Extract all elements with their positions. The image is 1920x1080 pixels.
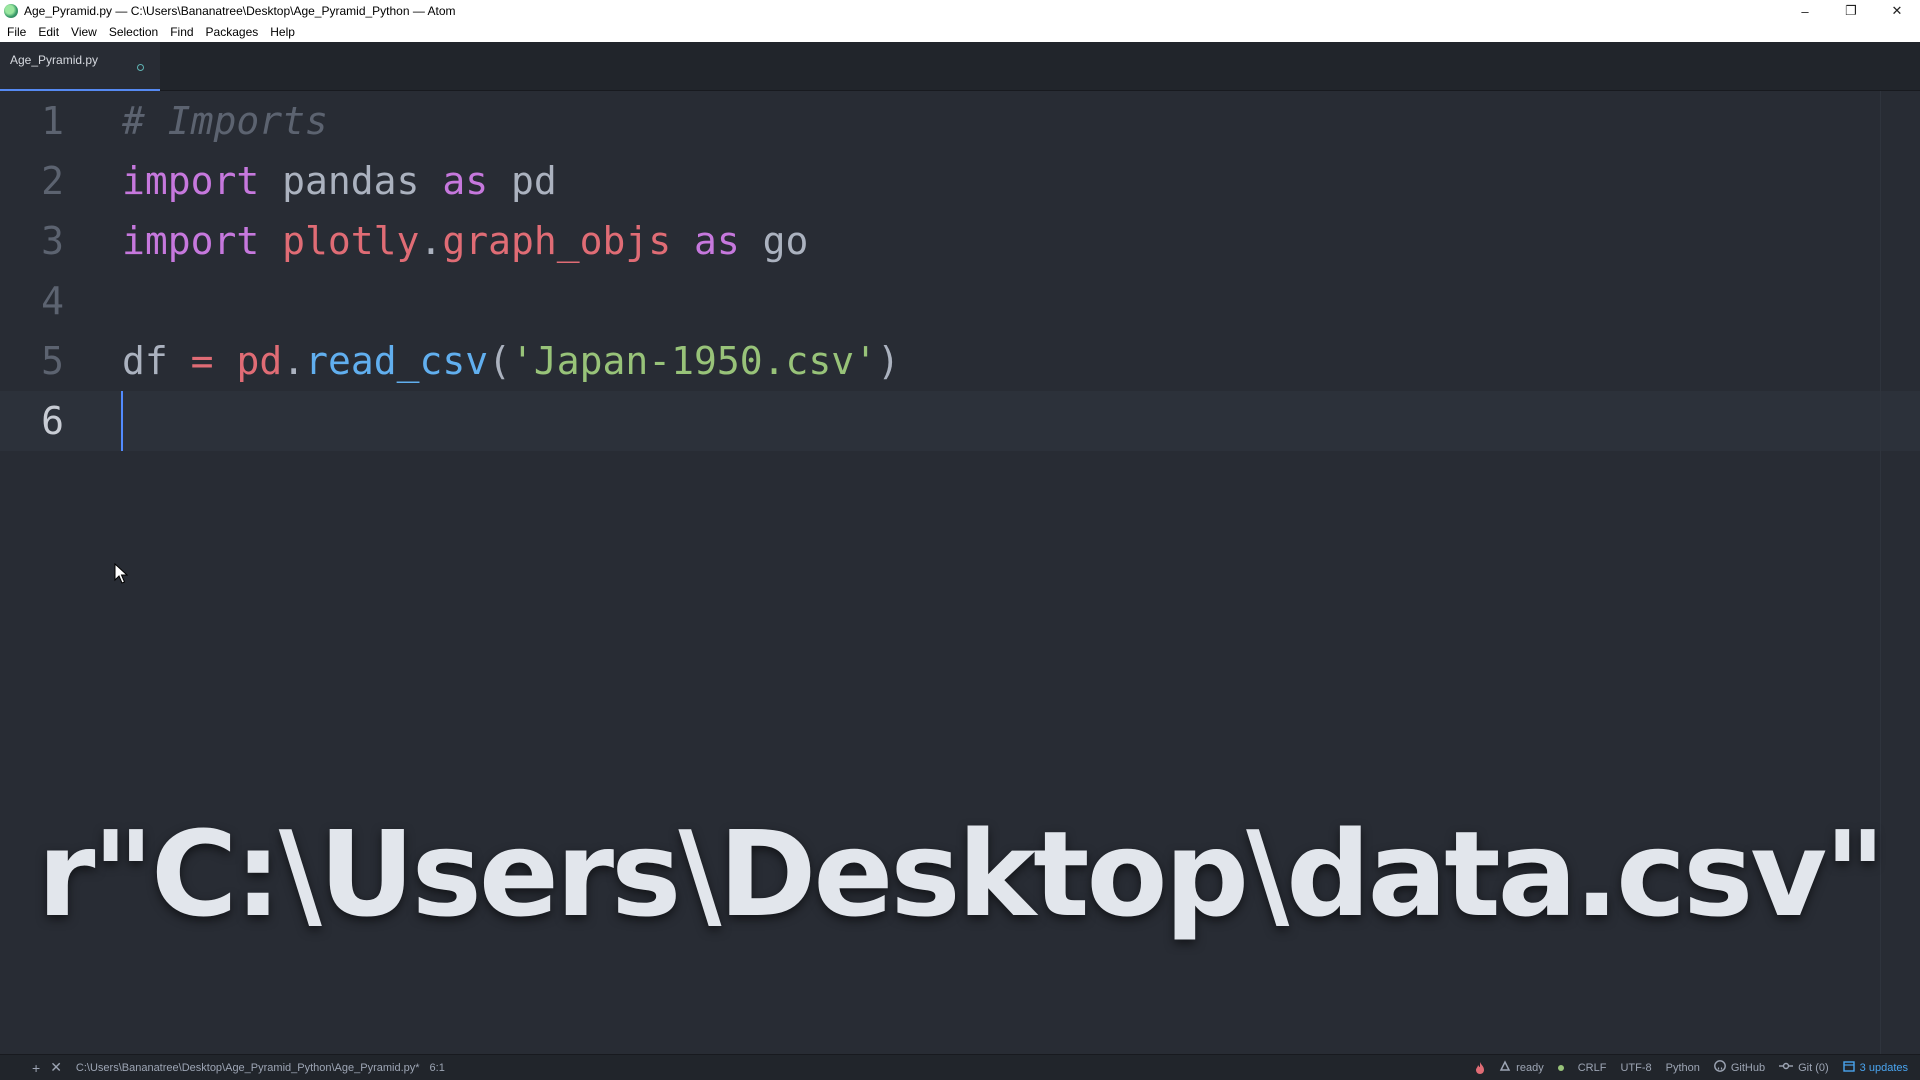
object-token: pd [236,339,283,383]
modified-indicator-icon[interactable] [137,64,144,71]
linter-icon [1499,1060,1511,1075]
line-number: 2 [41,159,64,203]
status-bar: + ✕ C:\Users\Bananatree\Desktop\Age_Pyra… [0,1054,1920,1080]
cursor-position[interactable]: 6:1 [430,1062,445,1074]
string-token: 'Japan-1950.csv' [511,339,878,383]
status-text: ready [1516,1061,1544,1074]
dot-token: . [282,339,306,383]
menu-view[interactable]: View [65,22,103,42]
minimize-button[interactable]: – [1782,0,1828,22]
paren-token: ) [877,339,900,383]
menu-bar: File Edit View Selection Find Packages H… [0,22,1920,42]
grammar-selector[interactable]: Python [1666,1062,1700,1074]
status-right: ready CRLF UTF-8 Python GitHub Git (0) 3… [1461,1055,1908,1080]
git-button[interactable]: Git (0) [1779,1061,1829,1074]
code-line-2: import pandas as pd [122,151,557,211]
keyword-token: import [122,159,260,203]
close-icon[interactable]: ✕ [50,1059,62,1076]
menu-help[interactable]: Help [264,22,301,42]
git-commit-icon [1779,1061,1794,1074]
restore-button[interactable]: ❐ [1828,0,1874,22]
alias-token: pd [511,159,557,203]
tab-age-pyramid[interactable]: Age_Pyramid.py [0,42,160,91]
keyword-token: as [442,159,489,203]
atom-app-icon [4,4,18,18]
title-bar: Age_Pyramid.py — C:\Users\Bananatree\Des… [0,0,1920,22]
code-line-1: # Imports [122,91,328,151]
flame-icon[interactable] [1475,1061,1485,1074]
cursor-line-highlight [0,391,1920,451]
status-dot-icon [1557,1064,1564,1071]
menu-edit[interactable]: Edit [32,22,65,42]
keyword-token: as [694,219,740,263]
line-number: 1 [41,99,64,143]
alias-token: go [762,219,809,263]
menu-file[interactable]: File [0,22,32,42]
paren-token: ( [488,339,512,383]
module-token: pandas [282,159,420,203]
code-line-5: df = pd.read_csv('Japan-1950.csv') [122,331,900,391]
module-token: graph_objs [442,219,672,263]
module-token: plotly [282,219,420,263]
line-number: 3 [41,219,64,263]
linter-status[interactable]: ready [1499,1060,1544,1075]
variable-token: df [122,339,168,383]
github-button[interactable]: GitHub [1713,1060,1766,1075]
github-label: GitHub [1730,1061,1766,1074]
updates-label: 3 updates [1859,1061,1908,1074]
menu-selection[interactable]: Selection [103,22,164,42]
line-number: 5 [41,339,64,383]
operator-token: = [190,339,214,383]
close-button[interactable]: ✕ [1874,0,1920,22]
keyword-token: import [122,219,260,263]
dot-token: . [419,219,443,263]
function-token: read_csv [305,339,489,383]
tab-title: Age_Pyramid.py [10,52,99,67]
file-path[interactable]: C:\Users\Bananatree\Desktop\Age_Pyramid_… [76,1062,420,1074]
comment-token: # Imports [122,99,328,143]
add-icon[interactable]: + [32,1060,40,1076]
mouse-pointer-icon [114,563,128,584]
encoding-selector[interactable]: UTF-8 [1620,1062,1651,1074]
window-title: Age_Pyramid.py — C:\Users\Bananatree\Des… [24,4,456,18]
updates-button[interactable]: 3 updates [1842,1060,1908,1075]
tab-bar: Age_Pyramid.py [0,42,1920,91]
github-icon [1713,1060,1726,1075]
overlay-caption: r"C:\Users\Desktop\data.csv" [37,805,1885,943]
menu-packages[interactable]: Packages [200,22,265,42]
status-left: + ✕ C:\Users\Bananatree\Desktop\Age_Pyra… [0,1059,445,1076]
git-label: Git (0) [1798,1061,1829,1074]
line-ending-selector[interactable]: CRLF [1578,1062,1607,1074]
code-line-3: import plotly.graph_objs as go [122,211,808,271]
line-number: 4 [41,279,64,323]
window-controls: – ❐ ✕ [1782,0,1920,22]
text-cursor [121,391,123,451]
line-number-active: 6 [41,399,64,443]
package-icon [1842,1060,1855,1075]
menu-find[interactable]: Find [164,22,199,42]
